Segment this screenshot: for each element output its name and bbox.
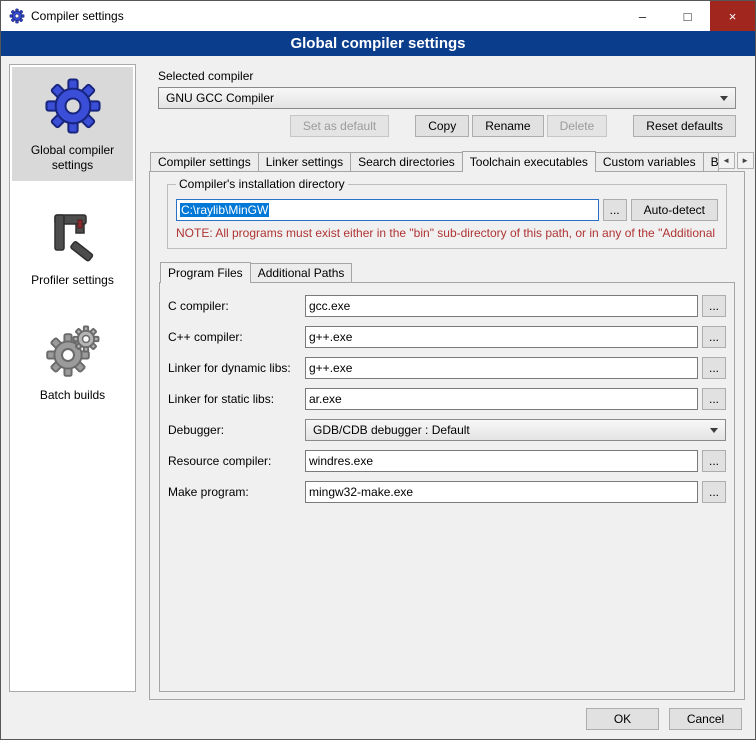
maximize-button[interactable]: □	[665, 1, 710, 31]
selected-compiler-value: GNU GCC Compiler	[166, 91, 274, 105]
reset-defaults-button[interactable]: Reset defaults	[633, 115, 736, 137]
program-files-tabstrip: Program Files Additional Paths	[159, 261, 735, 282]
installation-directory-group-title: Compiler's installation directory	[176, 177, 348, 192]
dialog-footer: OK Cancel	[586, 708, 742, 730]
rename-button[interactable]: Rename	[472, 115, 543, 137]
compiler-actions: Set as default Copy Rename Delete Reset …	[158, 115, 736, 137]
page-title: Global compiler settings	[1, 31, 755, 56]
titlebar: Compiler settings – □ ×	[1, 1, 755, 31]
browse-button-c-compiler[interactable]: ...	[702, 295, 726, 317]
tab-additional-paths[interactable]: Additional Paths	[250, 263, 353, 282]
static-linker-input[interactable]: ar.exe	[305, 388, 698, 410]
chevron-down-icon	[710, 428, 718, 433]
gray-gears-icon	[44, 322, 102, 380]
program-files-panel: C compiler: gcc.exe ... C++ compiler: g+…	[159, 282, 735, 692]
browse-button-install-dir[interactable]: ...	[603, 199, 627, 221]
resource-compiler-row: Resource compiler: windres.exe ...	[168, 450, 726, 472]
static-linker-row: Linker for static libs: ar.exe ...	[168, 388, 726, 410]
tab-scroll-buttons: ◄ ►	[718, 152, 754, 169]
chevron-down-icon	[720, 96, 728, 101]
browse-button-make-program[interactable]: ...	[702, 481, 726, 503]
compiler-settings-window: Compiler settings – □ × Global compiler …	[0, 0, 756, 740]
ok-button[interactable]: OK	[586, 708, 659, 730]
c-compiler-row: C compiler: gcc.exe ...	[168, 295, 726, 317]
blue-gear-icon	[44, 77, 102, 135]
browse-button-dynamic-linker[interactable]: ...	[702, 357, 726, 379]
cpp-compiler-value: g++.exe	[309, 330, 352, 344]
main-panel: Selected compiler GNU GCC Compiler Set a…	[149, 64, 745, 700]
set-as-default-button[interactable]: Set as default	[290, 115, 389, 137]
tab-scroll-left-icon[interactable]: ◄	[718, 152, 735, 169]
profiler-tool-icon	[44, 207, 102, 265]
dynamic-linker-input[interactable]: g++.exe	[305, 357, 698, 379]
tab-custom-variables[interactable]: Custom variables	[595, 152, 704, 171]
sidebar-item-label: Profiler settings	[31, 273, 114, 288]
tab-scroll-right-icon[interactable]: ►	[737, 152, 754, 169]
installation-directory-row: C:\raylib\MinGW ... Auto-detect	[176, 199, 718, 221]
app-gear-icon	[9, 8, 25, 24]
tab-build-options[interactable]: Build	[703, 152, 719, 171]
cpp-compiler-label: C++ compiler:	[168, 330, 301, 344]
browse-button-cpp-compiler[interactable]: ...	[702, 326, 726, 348]
cpp-compiler-input[interactable]: g++.exe	[305, 326, 698, 348]
debugger-label: Debugger:	[168, 423, 301, 437]
sidebar-item-global-compiler-settings[interactable]: Global compiler settings	[12, 67, 133, 181]
resource-compiler-value: windres.exe	[309, 454, 373, 468]
dynamic-linker-value: g++.exe	[309, 361, 352, 375]
debugger-select-value: GDB/CDB debugger : Default	[313, 423, 470, 437]
copy-button[interactable]: Copy	[415, 115, 469, 137]
tab-toolchain-executables[interactable]: Toolchain executables	[462, 151, 596, 172]
sidebar-item-label: Global compiler settings	[14, 143, 131, 173]
window-title: Compiler settings	[31, 9, 124, 23]
c-compiler-value: gcc.exe	[309, 299, 350, 313]
c-compiler-input[interactable]: gcc.exe	[305, 295, 698, 317]
window-controls: – □ ×	[620, 1, 755, 31]
sidebar-item-profiler-settings[interactable]: Profiler settings	[12, 197, 133, 296]
make-program-input[interactable]: mingw32-make.exe	[305, 481, 698, 503]
browse-button-resource-compiler[interactable]: ...	[702, 450, 726, 472]
debugger-select[interactable]: GDB/CDB debugger : Default	[305, 419, 726, 441]
selected-compiler-select[interactable]: GNU GCC Compiler	[158, 87, 736, 109]
sidebar-item-batch-builds[interactable]: Batch builds	[12, 312, 133, 411]
make-program-row: Make program: mingw32-make.exe ...	[168, 481, 726, 503]
make-program-value: mingw32-make.exe	[309, 485, 413, 499]
make-program-label: Make program:	[168, 485, 301, 499]
c-compiler-label: C compiler:	[168, 299, 301, 313]
cancel-button[interactable]: Cancel	[669, 708, 742, 730]
tab-compiler-settings[interactable]: Compiler settings	[150, 152, 259, 171]
settings-tabstrip: Compiler settings Linker settings Search…	[149, 150, 745, 171]
static-linker-value: ar.exe	[309, 392, 342, 406]
debugger-row: Debugger: GDB/CDB debugger : Default	[168, 419, 726, 441]
installation-directory-value: C:\raylib\MinGW	[180, 203, 269, 217]
settings-sidebar: Global compiler settings Profiler settin…	[9, 64, 136, 692]
tab-linker-settings[interactable]: Linker settings	[258, 152, 351, 171]
tab-program-files[interactable]: Program Files	[160, 262, 251, 283]
dynamic-linker-label: Linker for dynamic libs:	[168, 361, 301, 375]
sidebar-item-label: Batch builds	[40, 388, 105, 403]
dynamic-linker-row: Linker for dynamic libs: g++.exe ...	[168, 357, 726, 379]
close-button[interactable]: ×	[710, 1, 755, 31]
tab-search-directories[interactable]: Search directories	[350, 152, 463, 171]
minimize-button[interactable]: –	[620, 1, 665, 31]
selected-compiler-label: Selected compiler	[158, 69, 745, 83]
auto-detect-button[interactable]: Auto-detect	[631, 199, 718, 221]
installation-directory-input[interactable]: C:\raylib\MinGW	[176, 199, 599, 221]
resource-compiler-input[interactable]: windres.exe	[305, 450, 698, 472]
installation-directory-group: Compiler's installation directory C:\ray…	[167, 184, 727, 249]
resource-compiler-label: Resource compiler:	[168, 454, 301, 468]
cpp-compiler-row: C++ compiler: g++.exe ...	[168, 326, 726, 348]
toolchain-executables-panel: Compiler's installation directory C:\ray…	[149, 171, 745, 700]
delete-button[interactable]: Delete	[547, 115, 608, 137]
note-text: NOTE: All programs must exist either in …	[176, 226, 718, 240]
static-linker-label: Linker for static libs:	[168, 392, 301, 406]
browse-button-static-linker[interactable]: ...	[702, 388, 726, 410]
